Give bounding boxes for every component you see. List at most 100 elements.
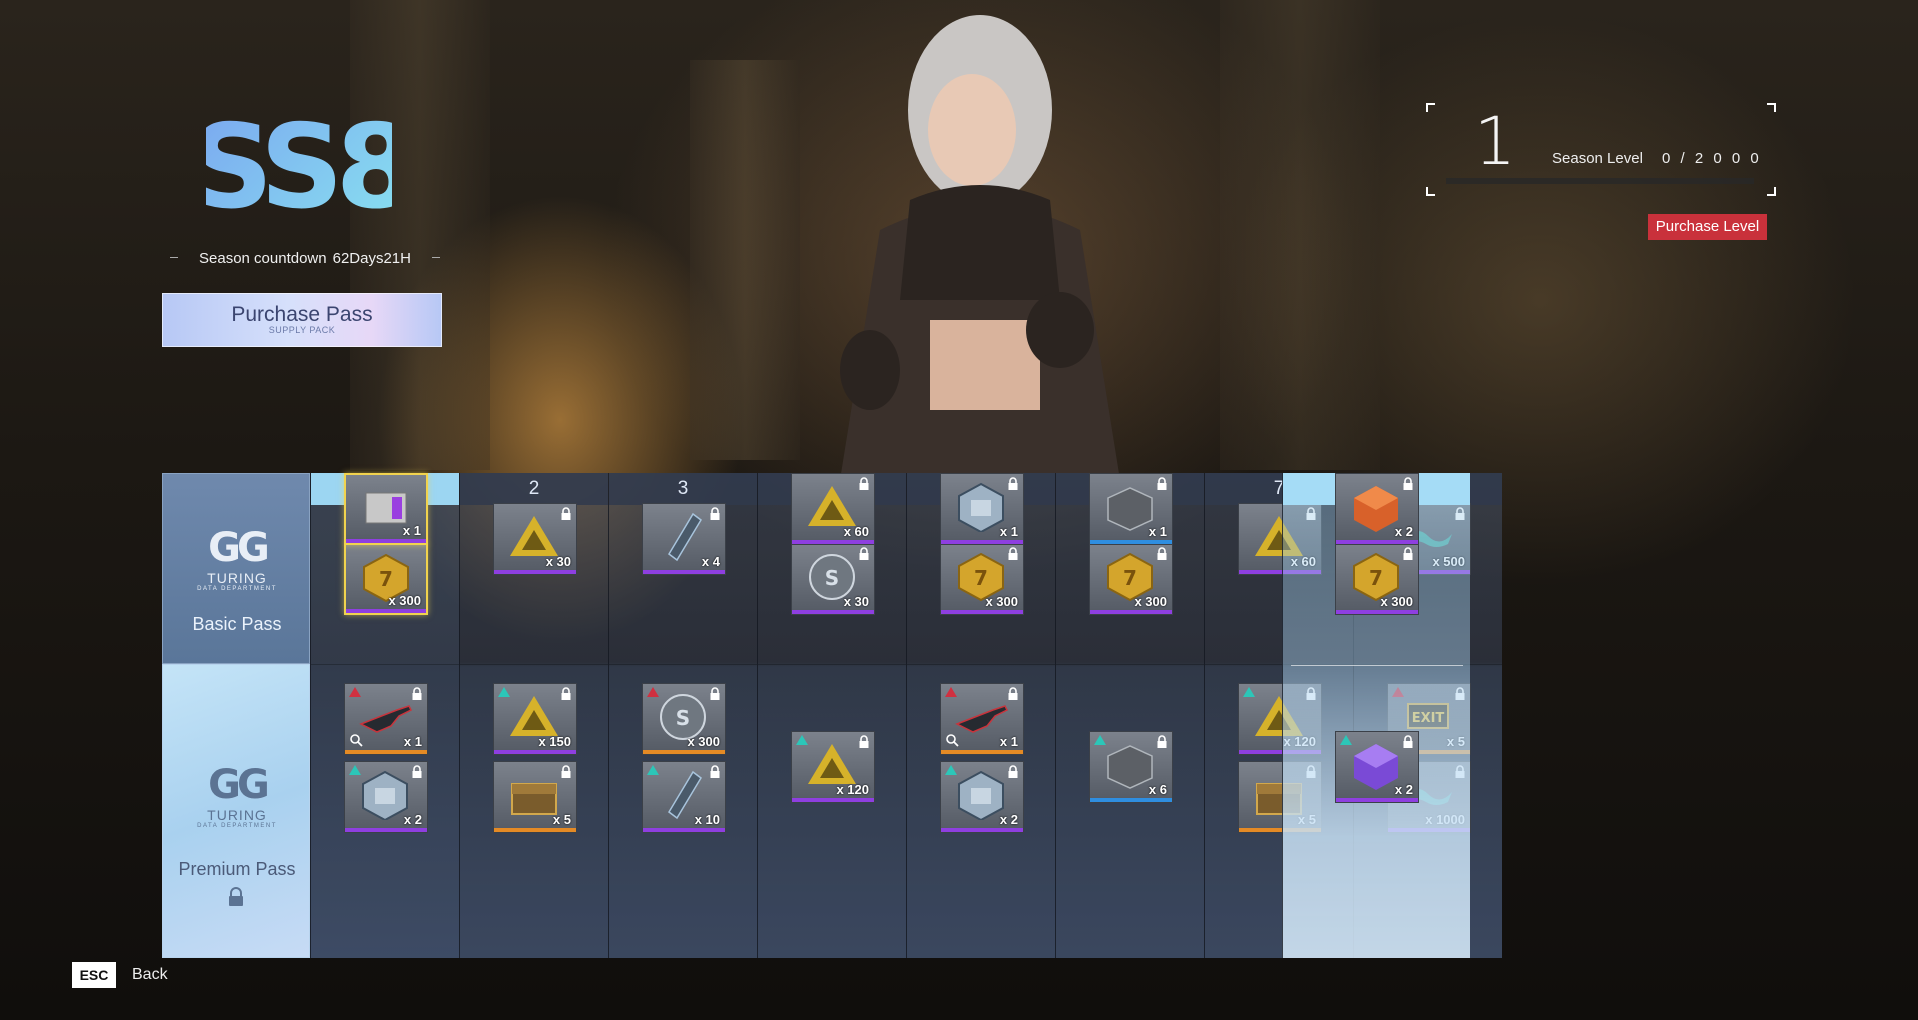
basic-reward-item[interactable]: 7 x 300 [344, 543, 428, 615]
turing-logo-dept: DATA DEPARTMENT [197, 586, 277, 592]
rarity-bar [1336, 798, 1418, 802]
basic-reward-item[interactable]: x 1 [940, 473, 1024, 545]
svg-text:S: S [825, 566, 839, 590]
premium-reward-item[interactable]: x 1 [940, 683, 1024, 755]
premium-reward-item[interactable]: x 120 [791, 731, 875, 803]
lane-divider [1056, 664, 1204, 665]
reward-quantity: x 300 [985, 594, 1018, 609]
reward-quantity: x 300 [1134, 594, 1167, 609]
basic-reward-item[interactable]: x 30 [493, 503, 577, 575]
preview-magnifier-icon [350, 734, 363, 747]
turing-logo-brand: TURING [207, 570, 267, 586]
premium-reward-item[interactable]: x 2 [1335, 731, 1419, 803]
lock-icon [859, 477, 869, 490]
basic-reward-item[interactable]: x 4 [642, 503, 726, 575]
rarity-bar [1090, 610, 1172, 614]
rarity-bar [643, 828, 725, 832]
teal-grade-tag-icon [647, 765, 659, 775]
rarity-bar [1090, 540, 1172, 544]
premium-reward-item[interactable]: x 10 [642, 761, 726, 833]
frame-corner [1426, 187, 1435, 196]
red-grade-tag-icon [647, 687, 659, 697]
lock-icon [859, 735, 869, 748]
red-grade-tag-icon [945, 687, 957, 697]
basic-reward-item[interactable]: Sx 30 [791, 543, 875, 615]
lock-icon [1403, 735, 1413, 748]
basic-reward-item[interactable]: x 1 [344, 473, 428, 545]
rarity-bar [941, 610, 1023, 614]
character-illustration [840, 15, 1120, 480]
rarity-bar [792, 610, 874, 614]
basic-reward-item[interactable]: x 60 [791, 473, 875, 545]
reward-column-level-3: 3 x 4 Sx 300 x 10 [608, 473, 757, 958]
lock-icon [710, 765, 720, 778]
turing-logo: GG TURING DATA DEPARTMENT [187, 763, 287, 829]
rarity-bar [1090, 798, 1172, 802]
lane-divider [460, 664, 608, 665]
svg-text:S: S [676, 706, 690, 730]
reward-track: GG TURING DATA DEPARTMENT Basic Pass GG … [162, 473, 1757, 958]
lock-icon [859, 547, 869, 560]
rarity-bar [494, 570, 576, 574]
reward-quantity: x 2 [999, 812, 1018, 827]
teal-grade-tag-icon [796, 735, 808, 745]
reward-column-level-1: 17x 300x 1x 1x 2 [310, 473, 459, 958]
reward-quantity: x 2 [1394, 782, 1413, 797]
lock-icon [710, 687, 720, 700]
reward-quantity: x 150 [538, 734, 571, 749]
frame-corner [1767, 187, 1776, 196]
basic-reward-item[interactable]: x 1 [1089, 473, 1173, 545]
season-level-label: Season Level [1552, 150, 1643, 167]
countdown-label: Season countdown [199, 249, 327, 267]
rarity-bar [1336, 610, 1418, 614]
esc-key[interactable]: ESC [72, 962, 116, 988]
rarity-bar [792, 540, 874, 544]
season-level-panel: 1 Season Level 0 / 2 0 0 0 [1426, 103, 1776, 196]
premium-reward-item[interactable]: x 2 [344, 761, 428, 833]
teal-grade-tag-icon [1340, 735, 1352, 745]
season-logo: SS8 [189, 100, 417, 235]
premium-reward-item[interactable]: x 1 [344, 683, 428, 755]
basic-pass-title: Basic Pass [192, 614, 282, 634]
lock-icon [1008, 547, 1018, 560]
basic-reward-item[interactable]: 7 x 300 [1335, 543, 1419, 615]
premium-reward-item[interactable]: x 2 [940, 761, 1024, 833]
lock-icon [229, 887, 243, 906]
lock-icon [412, 687, 422, 700]
rarity-bar [941, 540, 1023, 544]
lock-icon [710, 507, 720, 520]
lock-icon [1008, 687, 1018, 700]
level-header: 3 [609, 473, 757, 505]
reward-quantity: x 60 [843, 524, 869, 539]
reward-quantity: x 300 [687, 734, 720, 749]
turing-logo-brand: TURING [207, 807, 267, 823]
lock-icon [412, 765, 422, 778]
basic-reward-item[interactable]: 7 x 300 [940, 543, 1024, 615]
svg-text:7: 7 [1369, 566, 1383, 590]
lane-divider [758, 664, 906, 665]
red-grade-tag-icon [349, 687, 361, 697]
premium-reward-item[interactable]: x 6 [1089, 731, 1173, 803]
lock-icon [1157, 735, 1167, 748]
lock-icon [1157, 477, 1167, 490]
premium-reward-item[interactable]: x 150 [493, 683, 577, 755]
purchase-pass-button[interactable]: Purchase Pass SUPPLY PACK [162, 293, 442, 347]
reward-quantity: x 300 [388, 593, 421, 608]
lane-divider [609, 664, 757, 665]
reward-quantity: x 4 [701, 554, 720, 569]
svg-text:7: 7 [974, 566, 988, 590]
premium-reward-item[interactable]: x 5 [493, 761, 577, 833]
back-button[interactable]: Back [132, 966, 168, 984]
season-level-progress-text: 0 / 2 0 0 0 [1662, 150, 1762, 167]
divider-dash [170, 257, 178, 258]
rarity-bar [494, 828, 576, 832]
lane-divider [311, 664, 459, 665]
purchase-pass-label: Purchase Pass [231, 303, 373, 326]
basic-reward-item[interactable]: 7 x 300 [1089, 543, 1173, 615]
premium-reward-item[interactable]: Sx 300 [642, 683, 726, 755]
svg-text:7: 7 [1123, 566, 1137, 590]
basic-reward-item[interactable]: x 2 [1335, 473, 1419, 545]
rarity-bar [346, 539, 426, 543]
purchase-level-button[interactable]: Purchase Level [1648, 214, 1767, 240]
divider-dash [432, 257, 440, 258]
